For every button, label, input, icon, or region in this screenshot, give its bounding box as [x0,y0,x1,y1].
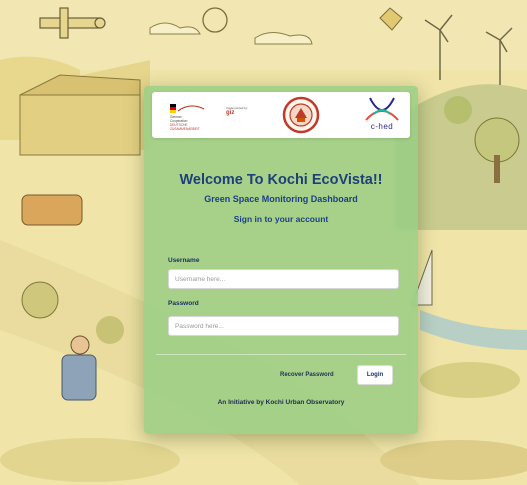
password-label: Password [168,300,199,307]
username-input[interactable] [168,269,399,289]
german-flag-icon [170,104,205,113]
dashboard-subtitle: Green Space Monitoring Dashboard [204,194,358,204]
giz-brand-text: giz [226,110,235,116]
giz-line3: DEUTSCHE ZUSAMMENARBEIT [170,123,200,131]
implemented-by-giz-logo: Implemented by giz [226,106,260,124]
sign-in-prompt: Sign in to your account [233,214,329,224]
c-hed-text: c-hed [370,122,394,131]
c-hed-logo: c-hed [362,96,402,134]
form-divider [156,354,406,355]
welcome-title: Welcome To Kochi EcoVista!! [179,172,383,188]
initiative-footer: An Initiative by Kochi Urban Observatory [217,399,345,406]
partner-logo-bar: German Cooperation DEUTSCHE ZUSAMMENARBE… [152,92,410,138]
recover-password-link[interactable]: Recover Password [280,372,334,378]
login-card: German Cooperation DEUTSCHE ZUSAMMENARBE… [144,86,418,434]
kochi-corporation-seal [282,96,320,134]
password-input[interactable] [168,316,399,336]
username-label: Username [168,257,200,264]
login-button[interactable]: Login [357,365,393,385]
c-hed-emblem-icon [365,97,399,121]
seal-emblem-icon [282,96,320,134]
german-cooperation-logo: German Cooperation DEUTSCHE ZUSAMMENARBE… [170,102,208,131]
